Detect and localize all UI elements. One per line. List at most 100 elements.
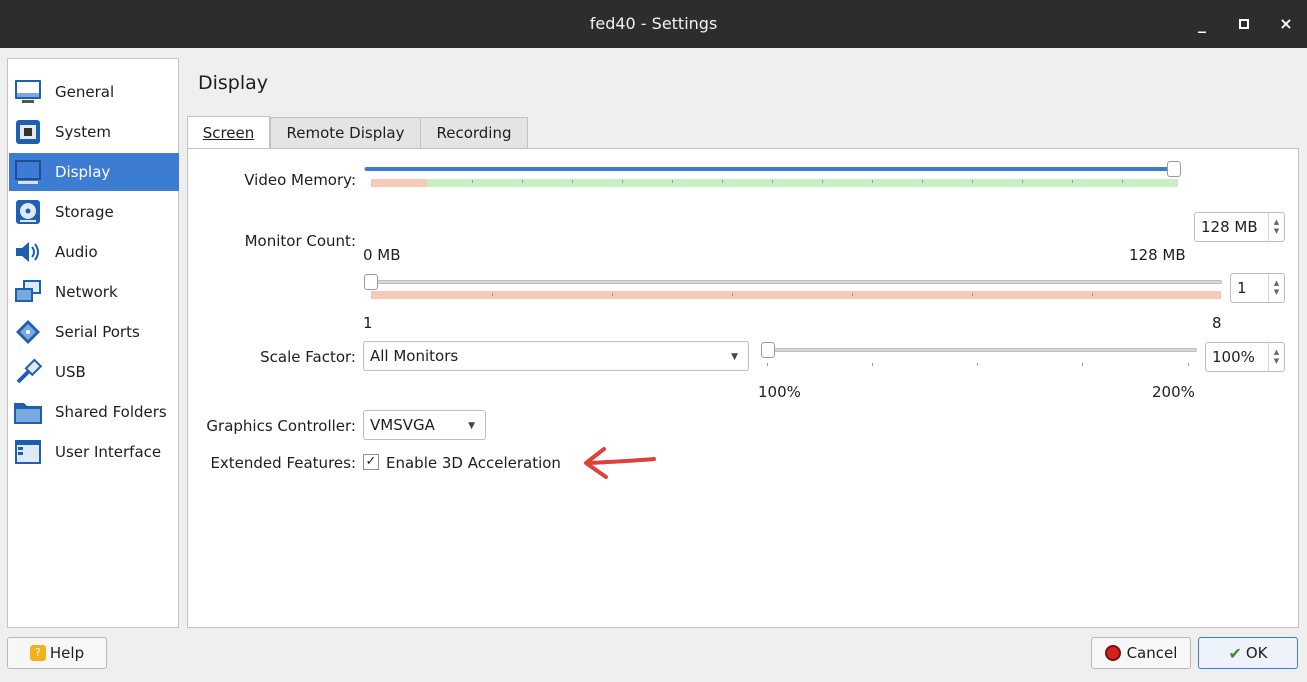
tab-label: Screen bbox=[202, 124, 255, 142]
sidebar-item-label: Network bbox=[55, 283, 118, 301]
slider-tick bbox=[622, 180, 623, 183]
slider-tick bbox=[822, 180, 823, 183]
help-icon: ? bbox=[29, 645, 46, 661]
graphics-controller-value: VMSVGA bbox=[370, 416, 435, 434]
slider-tick bbox=[492, 293, 493, 296]
maximize-icon bbox=[1239, 19, 1249, 29]
tab-label: Recording bbox=[436, 124, 512, 142]
scale-factor-max-label: 200% bbox=[1152, 383, 1195, 401]
spin-arrows-icon[interactable]: ▲ ▼ bbox=[1268, 274, 1284, 302]
extended-features-label: Extended Features: bbox=[210, 454, 356, 472]
network-icon bbox=[13, 277, 43, 307]
scale-factor-label: Scale Factor: bbox=[260, 348, 356, 366]
monitor-count-spinbox[interactable]: 1 ▲ ▼ bbox=[1230, 273, 1285, 303]
window-title: fed40 - Settings bbox=[589, 14, 718, 33]
slider-tick bbox=[472, 180, 473, 183]
video-memory-slider-fill bbox=[365, 167, 1175, 171]
slider-tick bbox=[1082, 363, 1083, 366]
disk-icon bbox=[13, 197, 43, 227]
serial-port-icon bbox=[13, 317, 43, 347]
enable-3d-acceleration-label[interactable]: Enable 3D Acceleration bbox=[386, 454, 561, 472]
video-memory-min-label: 0 MB bbox=[363, 246, 401, 264]
sidebar-item-system[interactable]: System bbox=[9, 113, 179, 151]
monitor-count-label: Monitor Count: bbox=[244, 232, 356, 250]
cancel-icon bbox=[1104, 645, 1121, 661]
slider-tick bbox=[922, 180, 923, 183]
annotation-arrow-icon bbox=[584, 447, 656, 479]
video-memory-spinbox[interactable]: 128 MB ▲ ▼ bbox=[1194, 212, 1285, 242]
monitor-count-max-label: 8 bbox=[1212, 314, 1222, 332]
page-title: Display bbox=[198, 72, 269, 94]
monitor-count-slider[interactable] bbox=[364, 280, 1222, 284]
slider-tick bbox=[1072, 180, 1073, 183]
cancel-button[interactable]: Cancel bbox=[1091, 637, 1191, 669]
scale-factor-min-label: 100% bbox=[758, 383, 801, 401]
slider-tick bbox=[972, 293, 973, 296]
monitor-count-value: 1 bbox=[1237, 279, 1247, 297]
scale-factor-value: 100% bbox=[1212, 348, 1255, 366]
window-icon bbox=[13, 437, 43, 467]
ok-button-label: OK bbox=[1245, 644, 1268, 662]
slider-tick bbox=[767, 363, 768, 366]
slider-tick bbox=[872, 363, 873, 366]
slider-tick bbox=[732, 293, 733, 296]
tab-label: Remote Display bbox=[286, 124, 405, 142]
ok-button[interactable]: ✔ OK bbox=[1198, 637, 1298, 669]
maximize-button[interactable] bbox=[1232, 12, 1256, 36]
folder-icon bbox=[13, 397, 43, 427]
general-monitor-icon bbox=[13, 77, 43, 107]
tab-recording[interactable]: Recording bbox=[420, 117, 528, 149]
enable-3d-acceleration-checkbox[interactable]: ✓ bbox=[363, 454, 379, 470]
slider-tick bbox=[1022, 180, 1023, 183]
sidebar-item-user-interface[interactable]: User Interface bbox=[9, 433, 179, 471]
scale-factor-monitor-combo[interactable]: All Monitors ▼ bbox=[363, 341, 749, 371]
chevron-down-icon: ▼ bbox=[731, 352, 738, 362]
spin-arrows-icon[interactable]: ▲ ▼ bbox=[1268, 343, 1284, 371]
display-icon bbox=[13, 157, 43, 187]
slider-tick bbox=[672, 180, 673, 183]
tab-remote-display[interactable]: Remote Display bbox=[270, 117, 421, 149]
sidebar-item-serial-ports[interactable]: Serial Ports bbox=[9, 313, 179, 351]
spin-arrows-icon[interactable]: ▲ ▼ bbox=[1268, 213, 1284, 241]
video-memory-band-ok bbox=[427, 179, 1178, 187]
sidebar-item-label: Audio bbox=[55, 243, 98, 261]
sidebar-item-label: Display bbox=[55, 163, 111, 181]
slider-tick bbox=[522, 180, 523, 183]
video-memory-max-label: 128 MB bbox=[1129, 246, 1186, 264]
slider-tick bbox=[972, 180, 973, 183]
sidebar-item-label: USB bbox=[55, 363, 86, 381]
sidebar-item-label: User Interface bbox=[55, 443, 162, 461]
scale-factor-spinbox[interactable]: 100% ▲ ▼ bbox=[1205, 342, 1285, 372]
usb-icon bbox=[13, 357, 43, 387]
graphics-controller-combo[interactable]: VMSVGA ▼ bbox=[363, 410, 486, 440]
sidebar-item-display[interactable]: Display bbox=[9, 153, 179, 191]
monitor-count-band bbox=[371, 291, 1221, 299]
slider-tick bbox=[612, 293, 613, 296]
scale-factor-slider[interactable] bbox=[761, 348, 1197, 352]
video-memory-slider[interactable] bbox=[364, 167, 1175, 171]
sidebar-item-network[interactable]: Network bbox=[9, 273, 179, 311]
video-memory-label: Video Memory: bbox=[244, 171, 356, 189]
sidebar-item-usb[interactable]: USB bbox=[9, 353, 179, 391]
scale-factor-slider-handle[interactable] bbox=[761, 342, 775, 358]
settings-sidebar: General System Display Storage Audio Net… bbox=[7, 58, 179, 628]
slider-tick bbox=[772, 180, 773, 183]
slider-tick bbox=[872, 180, 873, 183]
title-bar: fed40 - Settings _ × bbox=[0, 0, 1307, 48]
sidebar-item-storage[interactable]: Storage bbox=[9, 193, 179, 231]
slider-tick bbox=[722, 180, 723, 183]
settings-window-body: General System Display Storage Audio Net… bbox=[0, 48, 1307, 682]
minimize-button[interactable]: _ bbox=[1190, 12, 1214, 36]
help-button[interactable]: ? Help bbox=[7, 637, 107, 669]
chevron-down-icon: ▼ bbox=[468, 421, 475, 431]
sidebar-item-general[interactable]: General bbox=[9, 73, 179, 111]
sidebar-item-audio[interactable]: Audio bbox=[9, 233, 179, 271]
graphics-controller-label: Graphics Controller: bbox=[206, 417, 356, 435]
help-button-label: Help bbox=[49, 644, 85, 662]
tab-screen[interactable]: Screen bbox=[187, 116, 270, 150]
video-memory-slider-handle[interactable] bbox=[1167, 161, 1181, 177]
close-button[interactable]: × bbox=[1274, 12, 1298, 36]
monitor-count-slider-handle[interactable] bbox=[364, 274, 378, 290]
sidebar-item-label: General bbox=[55, 83, 115, 101]
sidebar-item-shared-folders[interactable]: Shared Folders bbox=[9, 393, 179, 431]
